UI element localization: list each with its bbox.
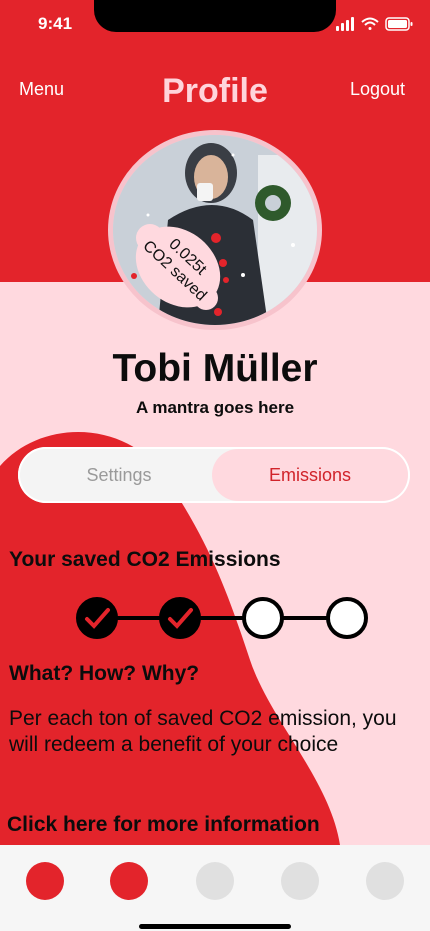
more-info-link[interactable]: Click here for more information <box>7 813 320 837</box>
progress-step-4 <box>326 597 368 639</box>
progress-step-3 <box>242 597 284 639</box>
status-time: 9:41 <box>38 14 73 33</box>
user-name: Tobi Müller <box>112 347 318 390</box>
emissions-progress <box>76 597 368 639</box>
nav-item-4[interactable] <box>281 862 319 900</box>
info-body: Per each ton of saved CO2 emission, you … <box>9 707 397 756</box>
progress-step-1 <box>76 597 118 639</box>
signal-icon <box>336 17 354 31</box>
device-notch <box>94 0 336 32</box>
nav-item-2[interactable] <box>110 862 148 900</box>
home-indicator <box>139 924 291 929</box>
saved-emissions-heading: Your saved CO2 Emissions <box>9 548 281 571</box>
battery-icon <box>385 17 413 31</box>
progress-step-2 <box>159 597 201 639</box>
wifi-icon <box>361 17 379 30</box>
info-heading: What? How? Why? <box>9 662 200 685</box>
nav-item-3[interactable] <box>196 862 234 900</box>
logout-button[interactable]: Logout <box>350 79 405 100</box>
user-mantra: A mantra goes here <box>135 398 295 417</box>
tab-settings[interactable]: Settings <box>28 449 210 501</box>
status-icons <box>336 17 413 31</box>
nav-item-5[interactable] <box>366 862 404 900</box>
tab-emissions[interactable]: Emissions <box>212 449 408 501</box>
nav-item-1[interactable] <box>26 862 64 900</box>
